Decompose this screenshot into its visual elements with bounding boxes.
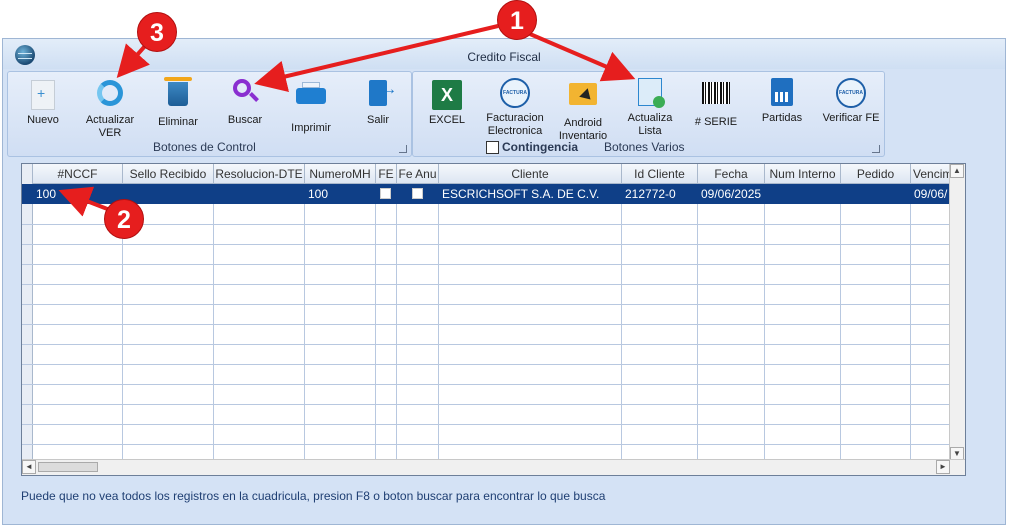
- status-hint-text: Puede que no vea todos los registros en …: [21, 489, 606, 503]
- row-indicator-column: [22, 164, 33, 461]
- refresh-icon: [95, 80, 125, 110]
- electronica-label: Electronica: [487, 125, 543, 137]
- col-header-fecha[interactable]: Fecha: [698, 164, 765, 184]
- annotation-badge-3: 3: [137, 12, 177, 52]
- control-buttons-group: Nuevo Actualizar VER Eliminar Buscar Imp…: [7, 71, 412, 157]
- verificar-fe-button[interactable]: FACTURA Verificar FE: [817, 78, 885, 125]
- varios-group-caption: Botones Varios: [604, 140, 685, 154]
- partidas-label: Partidas: [761, 112, 803, 124]
- salir-label: Salir: [366, 114, 389, 126]
- cell-sello-recibido[interactable]: [123, 184, 213, 204]
- facturacion-electronica-button[interactable]: FACTURA Facturacion Electronica: [483, 78, 547, 138]
- search-icon: [230, 79, 260, 110]
- serie-label: # SERIE: [694, 116, 738, 128]
- horizontal-scrollbar[interactable]: ◄ ►: [22, 459, 965, 475]
- update-list-icon: [635, 78, 665, 108]
- cell-fe-anu-checkbox[interactable]: [412, 188, 423, 199]
- lista-label: Lista: [638, 125, 662, 137]
- eliminar-label: Eliminar: [158, 116, 198, 128]
- ledger-icon: [767, 78, 797, 108]
- vertical-scrollbar[interactable]: ▲ ▼: [949, 164, 965, 461]
- control-group-launcher-icon[interactable]: [399, 145, 407, 153]
- scroll-right-icon[interactable]: ►: [936, 460, 950, 474]
- cell-numeromh[interactable]: 100: [305, 184, 375, 204]
- ver-label: VER: [98, 127, 122, 139]
- folder-icon: [568, 83, 598, 113]
- col-header-vencim[interactable]: Vencim: [911, 164, 950, 184]
- partidas-button[interactable]: Partidas: [757, 78, 807, 125]
- col-header-fe-anu[interactable]: Fe Anu: [397, 164, 439, 184]
- window-title: Credito Fiscal: [467, 50, 541, 64]
- printer-icon: [296, 82, 326, 118]
- control-group-caption: Botones de Control: [153, 140, 256, 154]
- trash-icon: [163, 77, 193, 112]
- actualizar-ver-button[interactable]: Actualizar VER: [80, 80, 140, 140]
- cell-nccf[interactable]: 100: [33, 184, 122, 204]
- imprimir-button[interactable]: Imprimir: [284, 80, 338, 135]
- contingencia-label: Contingencia: [502, 140, 579, 154]
- col-header-sello-recibido[interactable]: Sello Recibido: [123, 164, 214, 184]
- cell-fe-checkbox[interactable]: [380, 188, 391, 199]
- e-invoice-seal-icon: FACTURA: [500, 78, 530, 108]
- serie-button[interactable]: # SERIE: [691, 78, 741, 129]
- scroll-up-icon[interactable]: ▲: [950, 164, 964, 178]
- horizontal-scroll-thumb[interactable]: [38, 462, 98, 472]
- cell-num-interno[interactable]: [765, 184, 840, 204]
- barcode-icon: [701, 82, 731, 112]
- col-header-id-cliente[interactable]: Id Cliente: [622, 164, 698, 184]
- credito-fiscal-grid[interactable]: #NCCF Sello Recibido Resolucion-DTE Nume…: [21, 163, 966, 476]
- contingencia-checkbox[interactable]: [486, 141, 499, 154]
- android-label: Android: [564, 117, 602, 129]
- buscar-button[interactable]: Buscar: [218, 79, 272, 127]
- eliminar-button[interactable]: Eliminar: [151, 77, 205, 129]
- cell-resolucion-dte[interactable]: [214, 184, 304, 204]
- varios-group-launcher-icon[interactable]: [872, 145, 880, 153]
- cell-fecha[interactable]: 09/06/2025: [698, 184, 764, 204]
- col-header-numeromh[interactable]: NumeroMH: [305, 164, 376, 184]
- scroll-left-icon[interactable]: ◄: [22, 460, 36, 474]
- facturacion-label: Facturacion: [486, 112, 544, 124]
- buscar-label: Buscar: [227, 114, 263, 126]
- table-row[interactable]: 100 100 ESCRICHSOFT S.A. DE C.V. 212772-…: [22, 184, 950, 204]
- cell-vencim[interactable]: 09/06/: [911, 184, 950, 204]
- salir-button[interactable]: Salir: [354, 80, 402, 127]
- cell-pedido[interactable]: [841, 184, 910, 204]
- cell-id-cliente[interactable]: 212772-0: [622, 184, 697, 204]
- imprimir-label: Imprimir: [291, 122, 331, 134]
- android-inventario-button[interactable]: Android Inventario: [555, 78, 611, 143]
- verify-seal-icon: FACTURA: [836, 78, 866, 108]
- excel-label: EXCEL: [428, 114, 466, 126]
- actualiza-label: Actualiza: [627, 112, 673, 124]
- excel-button[interactable]: X EXCEL: [425, 80, 469, 127]
- annotation-badge-2: 2: [104, 199, 144, 239]
- col-header-pedido[interactable]: Pedido: [841, 164, 911, 184]
- verificar-fe-label: Verificar FE: [822, 112, 880, 124]
- col-header-cliente[interactable]: Cliente: [439, 164, 622, 184]
- annotation-badge-1: 1: [497, 0, 537, 40]
- nuevo-button[interactable]: Nuevo: [18, 80, 68, 127]
- nuevo-label: Nuevo: [27, 114, 59, 126]
- col-header-num-interno[interactable]: Num Interno: [765, 164, 841, 184]
- actualizar-label: Actualizar: [85, 114, 135, 126]
- actualiza-lista-button[interactable]: Actualiza Lista: [621, 78, 679, 138]
- cell-cliente[interactable]: ESCRICHSOFT S.A. DE C.V.: [439, 184, 621, 204]
- exit-icon: [363, 80, 397, 110]
- varios-buttons-group: X EXCEL FACTURA Facturacion Electronica …: [412, 71, 885, 157]
- col-header-fe[interactable]: FE: [376, 164, 397, 184]
- new-document-icon: [28, 80, 58, 110]
- excel-icon: X: [432, 80, 462, 110]
- col-header-resolucion-dte[interactable]: Resolucion-DTE: [214, 164, 305, 184]
- col-header-nccf[interactable]: #NCCF: [33, 164, 123, 184]
